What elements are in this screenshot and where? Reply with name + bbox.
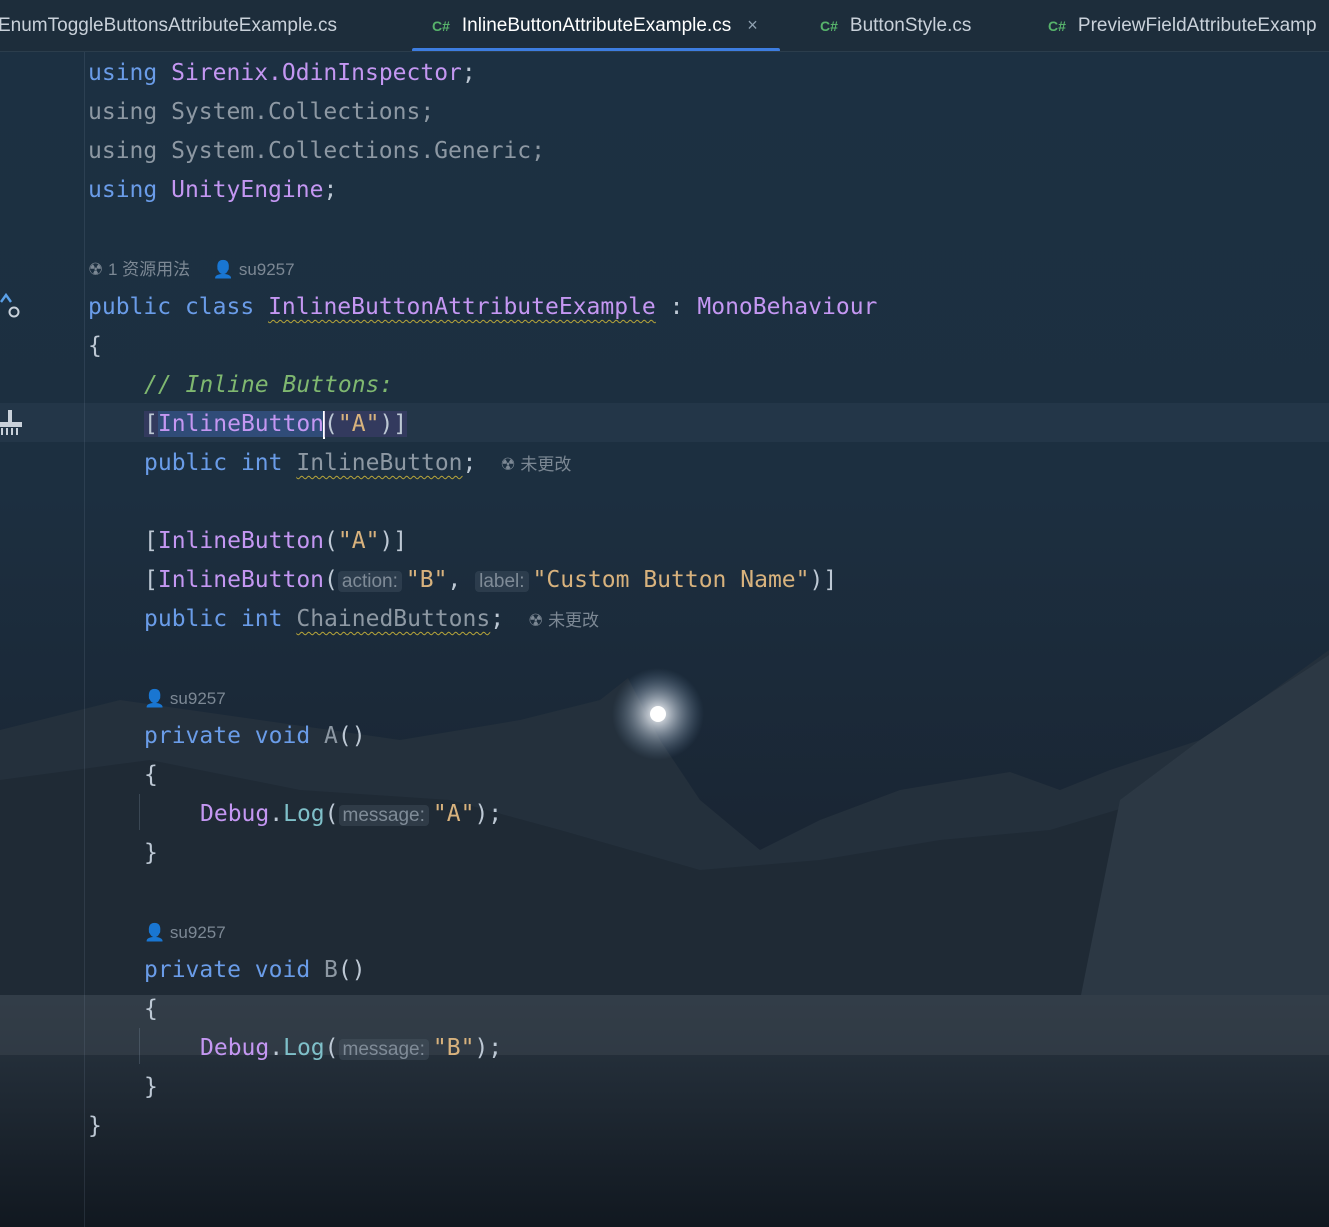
code-line-field-chained: public int ChainedButtons; ☢ 未更改 bbox=[144, 606, 600, 632]
tab-label: ButtonStyle.cs bbox=[849, 14, 972, 36]
usages-count[interactable]: 1 资源用法 bbox=[108, 260, 190, 279]
code-line-field-inlinebutton: public int InlineButton; ☢ 未更改 bbox=[144, 450, 572, 476]
param-hint-message: message: bbox=[338, 1039, 429, 1060]
code-line-brace-close-a: } bbox=[144, 840, 158, 866]
indent-guide bbox=[139, 1028, 140, 1064]
csharp-file-icon: C# bbox=[820, 17, 838, 34]
author-name[interactable]: su9257 bbox=[170, 689, 226, 708]
param-hint-action: action: bbox=[337, 571, 402, 592]
author-icon: 👤 bbox=[144, 689, 166, 708]
broom-icon[interactable] bbox=[0, 408, 24, 438]
base-class: MonoBehaviour bbox=[697, 294, 878, 320]
csharp-file-icon: C# bbox=[432, 17, 450, 34]
class-name: InlineButtonAttributeExample bbox=[268, 294, 656, 320]
author-icon: 👤 bbox=[144, 923, 166, 942]
author-name[interactable]: su9257 bbox=[170, 923, 226, 942]
csharp-file-icon: C# bbox=[1048, 17, 1066, 34]
code-line-debug-b: Debug.Log(message: "B"); bbox=[200, 1035, 503, 1061]
code-line-brace-close-class: } bbox=[88, 1113, 102, 1139]
param-hint-label: label: bbox=[475, 571, 529, 592]
editor-gutter bbox=[0, 52, 84, 1227]
class-code-vision[interactable]: ☢ 1 资源用法 👤 su9257 bbox=[88, 255, 295, 285]
tab-label: PreviewFieldAttributeExamp bbox=[1077, 14, 1317, 36]
tab-preview-field[interactable]: C# PreviewFieldAttributeExamp bbox=[1048, 0, 1317, 51]
tab-button-style[interactable]: C# ButtonStyle.cs bbox=[820, 0, 971, 51]
code-line-attribute-a: [InlineButton("A")] bbox=[144, 410, 408, 439]
not-changed-note[interactable]: ☢ 未更改 bbox=[500, 455, 571, 474]
editor-tab-bar: EnumToggleButtonsAttributeExample.cs C# … bbox=[0, 0, 1329, 52]
not-changed-note[interactable]: ☢ 未更改 bbox=[528, 611, 599, 630]
tab-enum-toggle-buttons[interactable]: EnumToggleButtonsAttributeExample.cs bbox=[0, 0, 337, 51]
code-line-debug-a: Debug.Log(message: "A"); bbox=[200, 801, 503, 827]
code-line-using-sirenix: using Sirenix.OdinInspector; bbox=[88, 60, 476, 86]
code-line-class-declaration: public class InlineButtonAttributeExampl… bbox=[88, 294, 878, 320]
code-line-using-unityengine: using UnityEngine; bbox=[88, 177, 338, 203]
code-line-brace-close-b: } bbox=[144, 1074, 158, 1100]
code-line-method-a: private void A() bbox=[144, 723, 366, 749]
close-icon[interactable]: × bbox=[747, 15, 758, 36]
indent-guide bbox=[139, 794, 140, 830]
code-line-attribute-a2: [InlineButton("A")] bbox=[144, 528, 408, 554]
code-line-using-collections: using System.Collections; bbox=[88, 99, 435, 125]
code-line-brace-open-b: { bbox=[144, 996, 158, 1022]
author-icon: 👤 bbox=[212, 260, 235, 279]
method-b-code-vision[interactable]: 👤 su9257 bbox=[144, 918, 226, 948]
tab-inline-button-example[interactable]: C# InlineButtonAttributeExample.cs × bbox=[412, 0, 780, 51]
code-line-comment: // Inline Buttons: bbox=[144, 372, 394, 398]
tab-label: InlineButtonAttributeExample.cs bbox=[461, 14, 732, 36]
usages-icon: ☢ bbox=[88, 260, 104, 279]
implements-base-icon[interactable] bbox=[0, 292, 24, 322]
code-line-using-generic: using System.Collections.Generic; bbox=[88, 138, 545, 164]
method-a-code-vision[interactable]: 👤 su9257 bbox=[144, 684, 226, 714]
code-line-brace-open: { bbox=[88, 333, 102, 359]
selected-attribute: InlineButton bbox=[157, 411, 325, 437]
tab-label: EnumToggleButtonsAttributeExample.cs bbox=[0, 14, 338, 36]
code-line-brace-open-a: { bbox=[144, 762, 158, 788]
param-hint-message: message: bbox=[338, 805, 429, 826]
author-name[interactable]: su9257 bbox=[239, 260, 295, 279]
code-line-attribute-b: [InlineButton(action: "B", label: "Custom … bbox=[144, 567, 838, 593]
gutter-divider bbox=[84, 52, 85, 1227]
code-line-method-b: private void B() bbox=[144, 957, 366, 983]
